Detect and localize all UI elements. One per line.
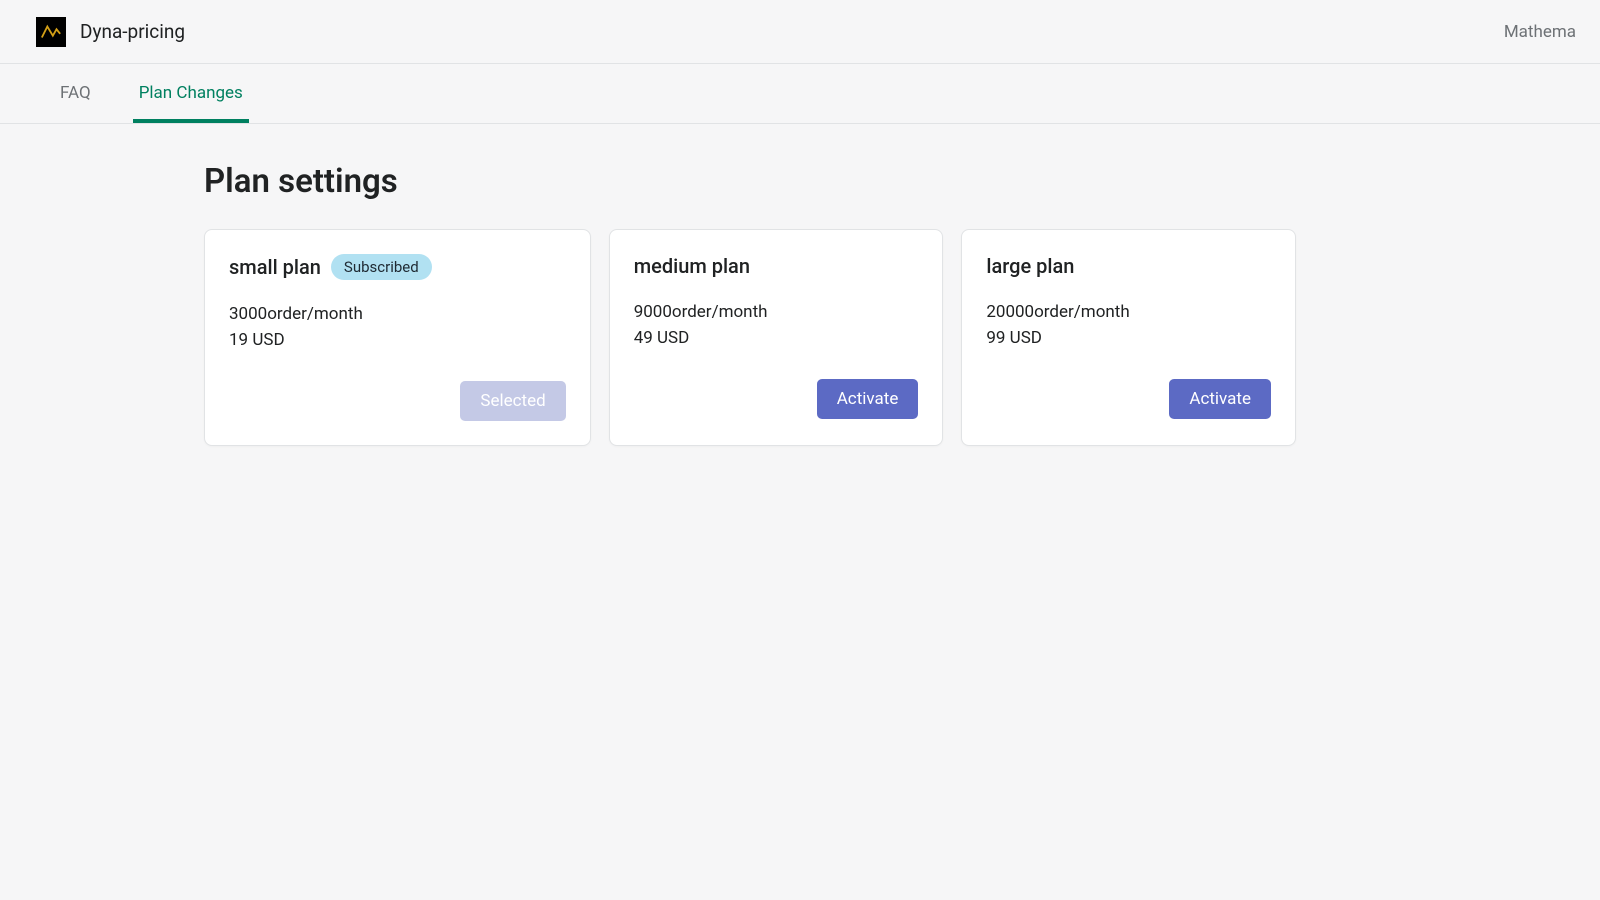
plan-price: 19 USD — [229, 328, 566, 354]
app-logo-icon — [36, 17, 66, 47]
status-badge: Subscribed — [331, 254, 432, 280]
plan-price: 49 USD — [634, 326, 919, 352]
plan-name: large plan — [986, 254, 1074, 278]
plan-details: 3000order/month 19 USD — [229, 302, 566, 353]
tab-plan-changes[interactable]: Plan Changes — [133, 67, 249, 123]
plan-header: medium plan — [634, 254, 919, 278]
topbar-left: Dyna-pricing — [36, 17, 185, 47]
page: Plan settings small plan Subscribed 3000… — [0, 124, 1600, 446]
app-name: Dyna-pricing — [80, 20, 185, 43]
plan-quota: 20000order/month — [986, 300, 1271, 326]
shop-name: Mathema — [1504, 22, 1576, 42]
plan-header: small plan Subscribed — [229, 254, 566, 280]
activate-button[interactable]: Activate — [1169, 379, 1271, 419]
selected-button: Selected — [460, 381, 565, 421]
plan-action: Activate — [986, 379, 1271, 419]
plan-details: 9000order/month 49 USD — [634, 300, 919, 351]
plan-action: Selected — [229, 381, 566, 421]
plan-card-large: large plan 20000order/month 99 USD Activ… — [961, 229, 1296, 446]
plan-quota: 3000order/month — [229, 302, 566, 328]
plan-quota: 9000order/month — [634, 300, 919, 326]
plan-card-small: small plan Subscribed 3000order/month 19… — [204, 229, 591, 446]
topbar: Dyna-pricing Mathema — [0, 0, 1600, 64]
page-inner: Plan settings small plan Subscribed 3000… — [204, 162, 1296, 446]
tabbar: FAQ Plan Changes — [0, 64, 1600, 124]
tab-faq[interactable]: FAQ — [54, 67, 97, 123]
plan-header: large plan — [986, 254, 1271, 278]
activate-button[interactable]: Activate — [817, 379, 919, 419]
plan-name: medium plan — [634, 254, 750, 278]
plan-details: 20000order/month 99 USD — [986, 300, 1271, 351]
plan-card-medium: medium plan 9000order/month 49 USD Activ… — [609, 229, 944, 446]
plan-grid: small plan Subscribed 3000order/month 19… — [204, 229, 1296, 446]
plan-price: 99 USD — [986, 326, 1271, 352]
page-title: Plan settings — [204, 162, 1296, 201]
plan-action: Activate — [634, 379, 919, 419]
plan-name: small plan — [229, 255, 321, 279]
